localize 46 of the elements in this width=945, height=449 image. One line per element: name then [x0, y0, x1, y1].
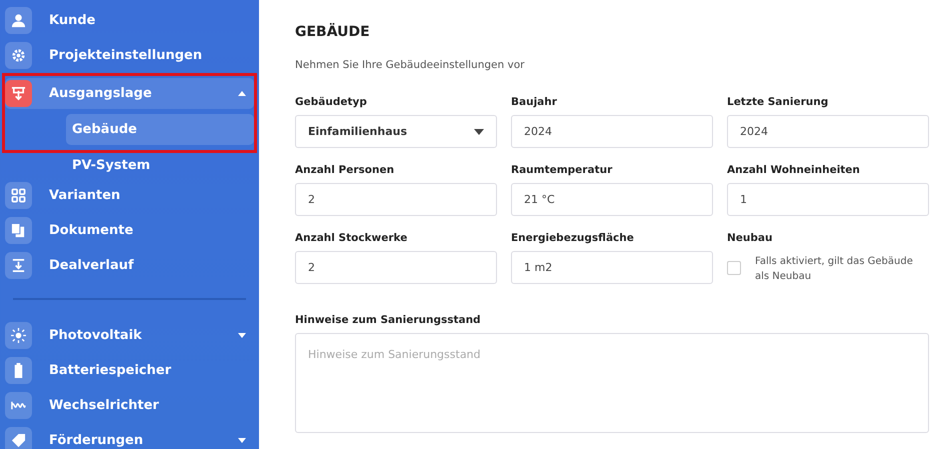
sidebar-item[interactable]: Förderungen [5, 425, 254, 449]
person-icon [11, 13, 26, 28]
field-label: Hinweise zum Sanierungsstand [295, 314, 482, 326]
sidebar-subitem[interactable]: PV-System [66, 158, 254, 173]
sidebar-item[interactable]: Dealverlauf [5, 250, 254, 281]
input-field[interactable]: 2024 [511, 115, 713, 148]
documents-icon [11, 223, 26, 238]
field-label: Anzahl Stockwerke [295, 232, 408, 244]
dropdown-field[interactable]: Einfamilienhaus [295, 115, 497, 148]
page-title: GEBÄUDE [295, 24, 371, 40]
checkbox-description: Falls aktiviert, gilt das Gebäude als Neubau [755, 255, 914, 284]
field-label: Gebäudetyp [295, 96, 368, 108]
caret-down-icon [474, 128, 484, 134]
field-label: Energiebezugsfläche [511, 232, 635, 244]
sidebar-item[interactable]: Dokumente [5, 215, 254, 246]
input-field[interactable]: 21 °C [511, 183, 713, 216]
caret-down-icon[interactable] [238, 438, 246, 443]
caret-up-icon[interactable] [238, 91, 246, 96]
sidebar-subitem[interactable]: Gebäude [66, 114, 254, 145]
sidebar-item[interactable]: Kunde [5, 5, 254, 36]
field-label: Neubau [727, 232, 774, 244]
input-field[interactable]: 2024 [727, 115, 929, 148]
download-icon [11, 258, 26, 273]
grid-icon [11, 188, 26, 203]
input-field[interactable]: 2 [295, 183, 497, 216]
sidebar-item[interactable]: Ausgangslage [5, 78, 254, 109]
tag-icon [11, 433, 26, 448]
checkbox[interactable] [727, 261, 741, 275]
page-subtitle: Nehmen Sie Ihre Gebäudeeinstellungen vor [295, 59, 526, 71]
field-label: Letzte Sanierung [727, 96, 830, 108]
caret-down-icon[interactable] [238, 333, 246, 338]
input-field[interactable]: 2 [295, 251, 497, 284]
field-label: Baujahr [511, 96, 558, 108]
field-label: Anzahl Personen [295, 164, 396, 176]
sidebar-item[interactable]: Wechselrichter [5, 390, 254, 421]
input-field[interactable]: 1 m2 [511, 251, 713, 284]
input-field[interactable]: 1 [727, 183, 929, 216]
field-label: Raumtemperatur [511, 164, 614, 176]
settings-icon [11, 48, 26, 63]
sidebar-item[interactable]: Photovoltaik [5, 320, 254, 351]
sidebar-item[interactable]: Batteriespeicher [5, 355, 254, 386]
sidebar-item[interactable]: Varianten [5, 180, 254, 211]
sidebar-item[interactable]: Projekteinstellungen [5, 40, 254, 71]
field-label: Anzahl Wohneinheiten [727, 164, 861, 176]
download-icon [11, 86, 26, 101]
sun-icon [11, 328, 26, 343]
